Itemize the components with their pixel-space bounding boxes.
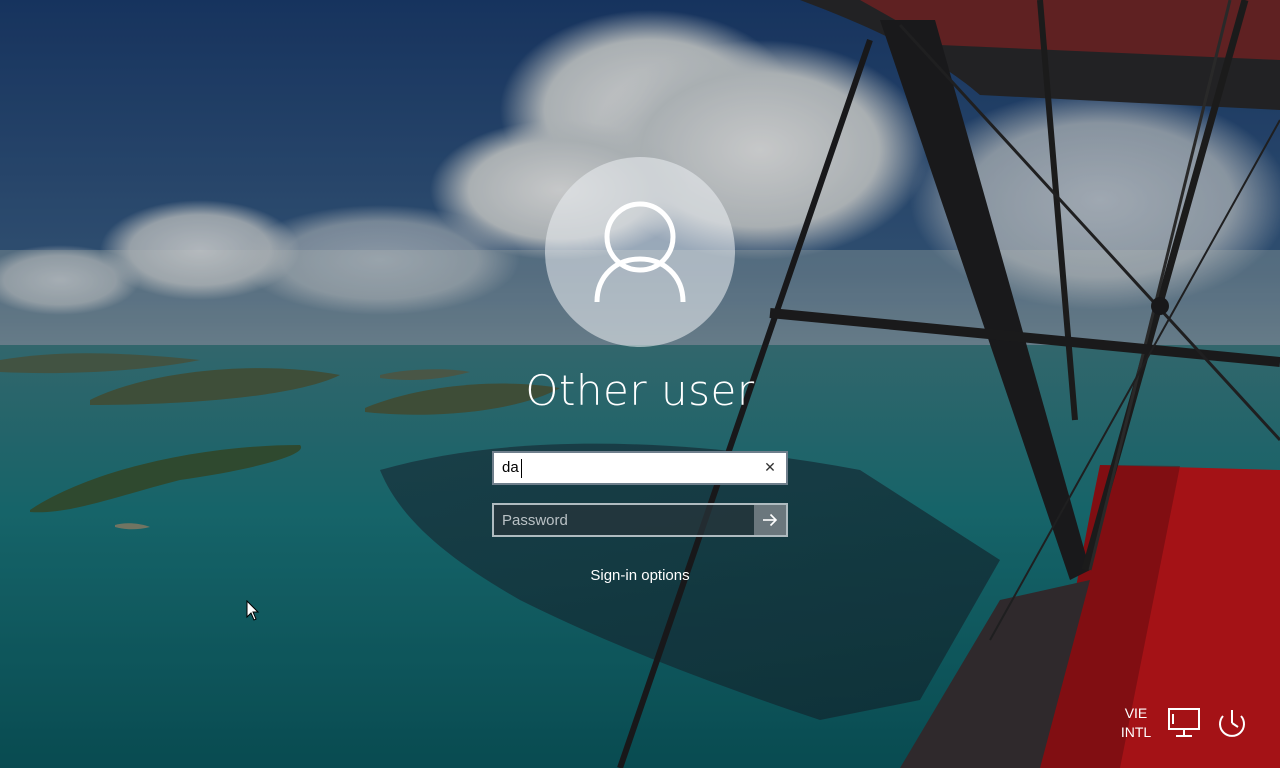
mouse-cursor-icon <box>246 600 260 621</box>
lock-screen: Other user da ✕ Sign-in options VIE INTL <box>0 0 1280 768</box>
text-caret <box>521 459 522 478</box>
user-avatar <box>545 157 735 347</box>
username-input[interactable]: da ✕ <box>492 451 788 485</box>
close-icon: ✕ <box>764 460 776 476</box>
input-language-indicator[interactable]: VIE INTL <box>1114 704 1158 742</box>
clear-username-button[interactable]: ✕ <box>754 453 786 483</box>
keyboard-layout-code: INTL <box>1120 724 1152 740</box>
password-field <box>492 503 788 537</box>
network-icon[interactable] <box>1166 706 1202 740</box>
arrow-right-icon <box>763 513 778 527</box>
account-display-name: Other user <box>525 366 755 415</box>
language-code: VIE <box>1124 705 1148 721</box>
power-icon[interactable] <box>1214 706 1250 740</box>
submit-button[interactable] <box>754 505 786 535</box>
password-input[interactable] <box>494 505 756 535</box>
user-silhouette-icon <box>594 201 686 303</box>
username-value: da <box>502 459 519 476</box>
sign-in-options-link[interactable]: Sign-in options <box>540 567 740 584</box>
